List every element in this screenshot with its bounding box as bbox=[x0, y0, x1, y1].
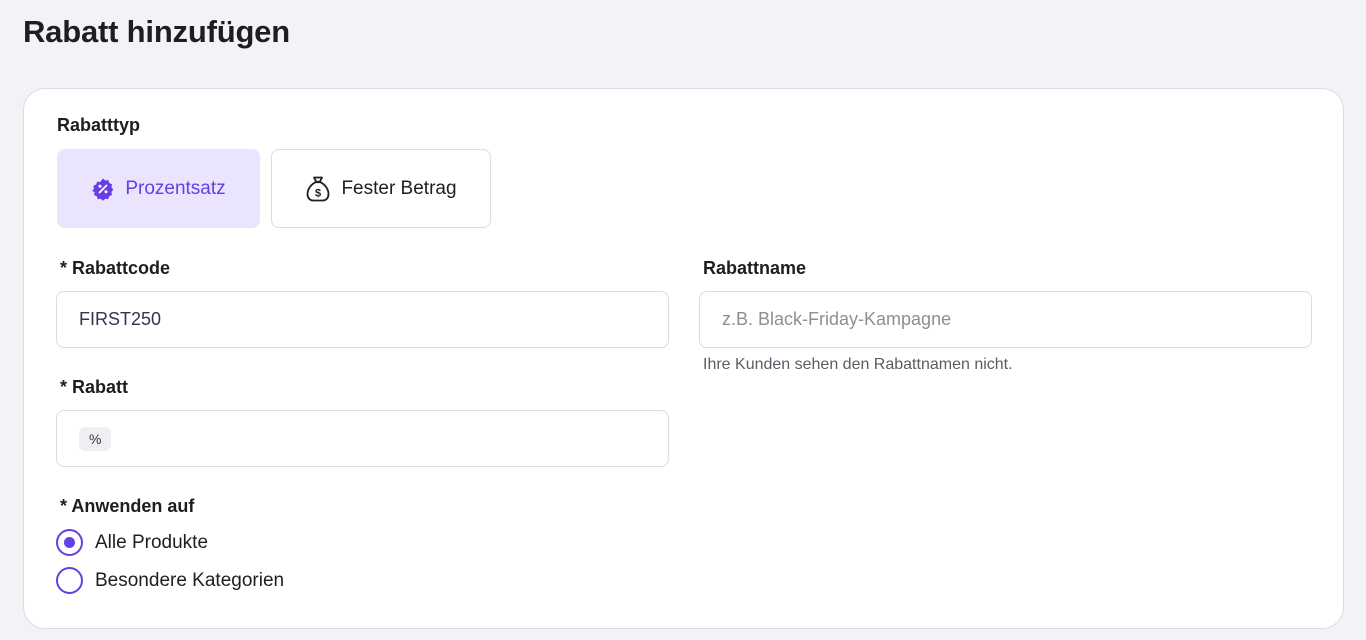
page-title: Rabatt hinzufügen bbox=[23, 14, 290, 49]
discount-name-input[interactable] bbox=[699, 291, 1312, 348]
discount-name-helper: Ihre Kunden sehen den Rabattnamen nicht. bbox=[703, 356, 1013, 373]
discount-form-card: Rabatttyp Prozentsatz $ Fester Betrag * … bbox=[23, 88, 1344, 629]
svg-text:$: $ bbox=[315, 187, 321, 199]
discount-name-label: Rabattname bbox=[703, 258, 807, 278]
percent-badge-icon bbox=[91, 177, 115, 201]
discount-code-input[interactable] bbox=[56, 291, 669, 348]
radio-unchecked-icon[interactable] bbox=[56, 567, 83, 594]
apply-to-label: * Anwenden auf bbox=[60, 496, 195, 516]
discount-input[interactable]: % bbox=[56, 410, 669, 467]
apply-to-special-categories-label: Besondere Kategorien bbox=[95, 569, 285, 591]
apply-to-all-products[interactable]: Alle Produkte bbox=[56, 529, 208, 556]
discount-type-label: Rabatttyp bbox=[57, 115, 141, 135]
radio-checked-icon[interactable] bbox=[56, 529, 83, 556]
discount-label: * Rabatt bbox=[60, 377, 129, 397]
discount-type-percentage[interactable]: Prozentsatz bbox=[57, 149, 260, 228]
discount-type-fixed-amount[interactable]: $ Fester Betrag bbox=[271, 149, 491, 228]
discount-type-percentage-label: Prozentsatz bbox=[125, 177, 226, 199]
discount-type-fixed-amount-label: Fester Betrag bbox=[341, 177, 457, 199]
apply-to-special-categories[interactable]: Besondere Kategorien bbox=[56, 567, 284, 594]
discount-code-label: * Rabattcode bbox=[60, 258, 171, 278]
apply-to-all-products-label: Alle Produkte bbox=[95, 531, 209, 553]
percent-prefix: % bbox=[79, 426, 112, 451]
money-bag-icon: $ bbox=[305, 175, 331, 203]
